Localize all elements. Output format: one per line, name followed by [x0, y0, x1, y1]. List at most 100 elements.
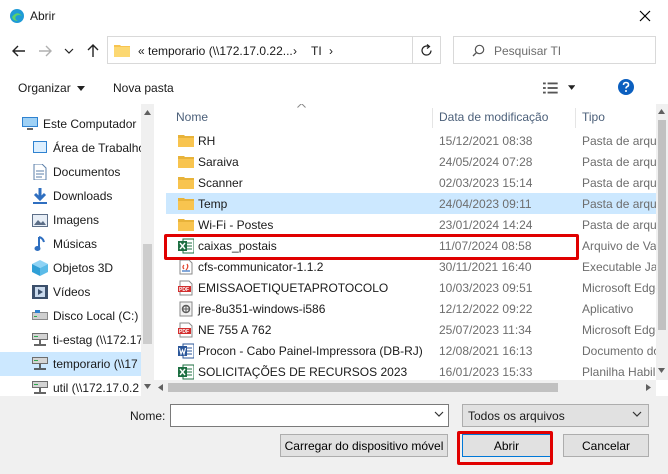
file-name: Scanner [198, 176, 243, 190]
breadcrumb-overflow[interactable]: « [138, 44, 145, 58]
forward-button[interactable] [34, 40, 56, 62]
file-row[interactable]: Procon - Cabo Painel-Impressora (DB-RJ) … [166, 340, 656, 361]
file-row[interactable]: Saraiva 24/05/2024 07:28 Pasta de arquiv… [166, 151, 656, 172]
file-date: 30/11/2021 16:40 [439, 260, 532, 274]
window-title: Abrir [30, 9, 56, 23]
file-name-input[interactable] [170, 404, 449, 427]
sidebar-item-area-de-trabalho[interactable]: Área de Trabalho [0, 136, 141, 160]
file-list[interactable]: Nome Data de modificação Tipo RH 15/12/2… [166, 104, 656, 380]
file-row[interactable]: PDF EMISSAOETIQUETAPROTOCOLO 10/03/2023 … [166, 277, 656, 298]
back-button[interactable] [8, 40, 30, 62]
sidebar-item-este-computador[interactable]: Este Computador [0, 112, 141, 136]
search-icon [472, 44, 485, 57]
file-row[interactable]: jre-8u351-windows-i586 12/12/2022 09:22 … [166, 298, 656, 319]
arrow-up-icon [87, 44, 99, 57]
view-options-button[interactable] [543, 79, 575, 97]
horizontal-scroll-thumb[interactable] [168, 383, 558, 392]
scroll-down-icon [658, 368, 665, 373]
column-divider[interactable] [432, 108, 433, 128]
column-header-type[interactable]: Tipo [582, 104, 656, 130]
file-row[interactable]: PDF NE 755 A 762 25/07/2023 11:34 Micros… [166, 319, 656, 340]
address-bar[interactable]: « temporario (\\172.17.0.22... › TI › [107, 36, 441, 64]
column-header-date[interactable]: Data de modificação [439, 104, 577, 130]
file-type: Pasta de arquivos [582, 155, 656, 169]
desktop-icon [32, 140, 48, 156]
file-row[interactable]: Scanner 02/03/2023 15:14 Pasta de arquiv… [166, 172, 656, 193]
folder-icon [178, 219, 194, 231]
file-date: 16/01/2023 15:33 [439, 365, 533, 379]
sidebar-scrollbar[interactable] [141, 104, 154, 396]
command-bar: Organizar Nova pasta [0, 72, 668, 104]
organize-label: Organizar [18, 81, 71, 95]
sidebar-item-imagens[interactable]: Imagens [0, 208, 141, 232]
column-header-label: Tipo [582, 110, 605, 124]
arrow-left-icon [12, 45, 25, 57]
column-header-name[interactable]: Nome [176, 104, 431, 130]
up-button[interactable] [82, 40, 104, 62]
sidebar-item-temporario[interactable]: temporario (\\17 [0, 352, 141, 376]
breadcrumb-separator[interactable]: › [293, 44, 297, 58]
sidebar-item-downloads[interactable]: Downloads [0, 184, 141, 208]
folder-icon [178, 198, 194, 210]
breadcrumb-temporario[interactable]: temporario (\\172.17.0.22... [148, 44, 293, 58]
file-row[interactable]: SOLICITAÇÕES DE RECURSOS 2023 16/01/2023… [166, 361, 656, 380]
new-folder-button[interactable]: Nova pasta [113, 81, 174, 95]
file-row[interactable]: caixas_postais 11/07/2024 08:58 Arquivo … [166, 235, 656, 256]
file-date: 11/07/2024 08:58 [439, 239, 532, 253]
close-button[interactable] [622, 0, 668, 32]
file-date: 10/03/2023 09:51 [439, 281, 533, 295]
file-name: caixas_postais [198, 239, 277, 253]
drive-icon [32, 308, 48, 324]
sidebar-item-videos[interactable]: Vídeos [0, 280, 141, 304]
pdf-icon: PDF [178, 280, 193, 296]
chevron-down-icon [434, 411, 444, 417]
file-type: Pasta de arquivos [582, 197, 656, 211]
recent-locations-button[interactable] [58, 40, 80, 62]
file-row[interactable]: RH 15/12/2021 08:38 Pasta de arquivos [166, 130, 656, 151]
file-list-scrollbar[interactable] [656, 104, 668, 380]
caret-down-icon [567, 85, 575, 90]
svg-text:PDF: PDF [179, 287, 189, 293]
sidebar-scroll-thumb[interactable] [143, 244, 152, 344]
organize-button[interactable]: Organizar [18, 81, 86, 95]
sidebar-item-documentos[interactable]: Documentos [0, 160, 141, 184]
scroll-down-icon [144, 384, 151, 389]
file-date: 24/05/2024 07:28 [439, 155, 533, 169]
sidebar-item-ti-estag[interactable]: ti-estag (\\172.17 [0, 328, 141, 352]
edge-icon [10, 9, 24, 23]
file-row[interactable]: cfs-communicator-1.1.2 30/11/2021 16:40 … [166, 256, 656, 277]
3d-objects-icon [32, 260, 48, 276]
file-name: Saraiva [198, 155, 239, 169]
file-type: Executable Jar [582, 260, 656, 274]
network-drive-icon [32, 356, 48, 372]
sidebar-item-musicas[interactable]: Músicas [0, 232, 141, 256]
jar-icon [179, 259, 193, 275]
folder-icon [178, 156, 194, 168]
sidebar-item-objetos-3d[interactable]: Objetos 3D [0, 256, 141, 280]
sidebar-item-disco-local[interactable]: Disco Local (C:) [0, 304, 141, 328]
upload-from-mobile-button[interactable]: Carregar do dispositivo móvel [280, 434, 448, 457]
search-box[interactable]: Pesquisar TI [453, 36, 656, 64]
caret-down-icon [77, 86, 86, 91]
horizontal-scrollbar[interactable] [154, 380, 656, 396]
file-name: cfs-communicator-1.1.2 [198, 260, 324, 274]
scroll-left-icon [158, 384, 163, 391]
file-row[interactable]: Temp 24/04/2023 09:11 Pasta de arquivos [166, 193, 656, 214]
file-type-filter[interactable]: Todos os arquivos [462, 404, 649, 427]
help-button[interactable] [617, 78, 635, 96]
file-date: 15/12/2021 08:38 [439, 134, 533, 148]
column-divider[interactable] [575, 108, 576, 128]
file-list-scroll-thumb[interactable] [658, 120, 666, 330]
open-button[interactable]: Abrir [462, 434, 551, 457]
sidebar-item-label: Vídeos [53, 285, 91, 299]
refresh-button[interactable] [412, 37, 440, 63]
navigation-pane[interactable]: Este Computador Área de Trabalho Documen… [0, 104, 154, 396]
cancel-button[interactable]: Cancelar [563, 434, 649, 457]
file-row[interactable]: Wi-Fi - Postes 23/01/2024 14:24 Pasta de… [166, 214, 656, 235]
breadcrumb-ti[interactable]: TI [311, 44, 322, 58]
sidebar-item-util[interactable]: util (\\172.17.0.2 [0, 376, 141, 396]
folder-icon [114, 45, 130, 57]
file-date: 25/07/2023 11:34 [439, 323, 532, 337]
file-date: 24/04/2023 09:11 [439, 197, 532, 211]
breadcrumb-separator[interactable]: › [329, 44, 333, 58]
